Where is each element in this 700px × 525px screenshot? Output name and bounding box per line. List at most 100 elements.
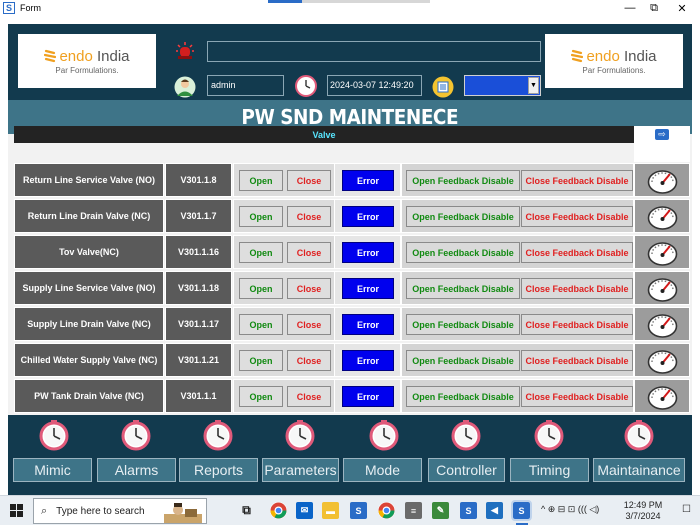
open-button[interactable]: Open: [239, 386, 283, 407]
open-button[interactable]: Open: [239, 242, 283, 263]
gauge-button[interactable]: [634, 199, 690, 233]
app-icon: S: [3, 2, 15, 14]
close-window-button[interactable]: ✕: [668, 0, 696, 16]
nav-clock-icon[interactable]: [450, 419, 482, 451]
close-button[interactable]: Close: [287, 170, 331, 191]
nav-tab-parameters[interactable]: Parameters: [262, 458, 339, 482]
close-feedback-disable-button[interactable]: Close Feedback Disable: [521, 206, 633, 227]
taskbar-clock[interactable]: 12:49 PM 3/7/2024: [620, 500, 666, 522]
open-feedback-disable-button[interactable]: Open Feedback Disable: [406, 206, 520, 227]
task-view-icon[interactable]: ⧉: [238, 502, 255, 519]
tool-icon[interactable]: ✎: [432, 502, 449, 519]
open-close-group: Open Close: [233, 379, 343, 413]
nav-tab-maintainance[interactable]: Maintainance: [593, 458, 685, 482]
gauge-button[interactable]: [634, 307, 690, 341]
close-button[interactable]: Close: [287, 314, 331, 335]
open-button[interactable]: Open: [239, 206, 283, 227]
app-s-icon[interactable]: S: [350, 502, 367, 519]
open-button[interactable]: Open: [239, 170, 283, 191]
error-indicator[interactable]: Error: [342, 170, 394, 191]
close-button[interactable]: Close: [287, 206, 331, 227]
restore-button[interactable]: ⧉: [640, 0, 668, 16]
close-feedback-disable-button[interactable]: Close Feedback Disable: [521, 242, 633, 263]
gauge-button[interactable]: [634, 343, 690, 377]
valve-table-header: Valve: [14, 126, 634, 143]
valve-name: Chilled Water Supply Valve (NC): [14, 343, 164, 377]
valve-tag: V301.1.18: [165, 271, 232, 305]
close-feedback-disable-button[interactable]: Close Feedback Disable: [521, 386, 633, 407]
close-feedback-disable-button[interactable]: Close Feedback Disable: [521, 170, 633, 191]
chrome-icon[interactable]: [270, 502, 287, 519]
close-button[interactable]: Close: [287, 242, 331, 263]
gauge-button[interactable]: [634, 271, 690, 305]
close-feedback-disable-button[interactable]: Close Feedback Disable: [521, 314, 633, 335]
notification-icon[interactable]: ☐: [682, 504, 691, 515]
file-explorer-icon[interactable]: ▬: [322, 502, 339, 519]
nav-tab-controller[interactable]: Controller: [428, 458, 505, 482]
error-cell: Error: [334, 307, 401, 341]
taskbar-search-box[interactable]: ⌕ Type here to search: [33, 498, 207, 524]
close-button[interactable]: Close: [287, 386, 331, 407]
error-cell: Error: [334, 199, 401, 233]
app-s-icon-active[interactable]: S: [511, 500, 532, 521]
open-feedback-disable-button[interactable]: Open Feedback Disable: [406, 386, 520, 407]
nav-tab-mimic[interactable]: Mimic: [13, 458, 92, 482]
open-feedback-disable-button[interactable]: Open Feedback Disable: [406, 278, 520, 299]
windows-start-icon[interactable]: [10, 504, 23, 517]
gauge-button[interactable]: [634, 379, 690, 413]
chevron-down-icon[interactable]: ▼: [528, 77, 539, 94]
close-button[interactable]: Close: [287, 278, 331, 299]
alarm-message-bar: [207, 41, 541, 62]
error-indicator[interactable]: Error: [342, 206, 394, 227]
nav-tab-timing[interactable]: Timing: [510, 458, 589, 482]
logo-right: endo India Par Formulations.: [545, 34, 683, 88]
nav-clock-icon[interactable]: [202, 419, 234, 451]
gauge-icon: [647, 206, 678, 230]
nav-tab-mode[interactable]: Mode: [343, 458, 422, 482]
error-indicator[interactable]: Error: [342, 314, 394, 335]
language-list-icon[interactable]: [432, 76, 454, 98]
app-s-icon-2[interactable]: S: [460, 502, 477, 519]
open-feedback-disable-button[interactable]: Open Feedback Disable: [406, 350, 520, 371]
error-indicator[interactable]: Error: [342, 386, 394, 407]
chrome-icon-2[interactable]: [378, 502, 395, 519]
vscode-icon[interactable]: ◀: [486, 502, 503, 519]
next-page-button[interactable]: ⇨: [634, 126, 690, 162]
selection-combobox[interactable]: ▼: [464, 75, 541, 96]
database-icon[interactable]: ≡: [405, 502, 422, 519]
close-feedback-disable-button[interactable]: Close Feedback Disable: [521, 350, 633, 371]
nav-clock-icon[interactable]: [120, 419, 152, 451]
close-button[interactable]: Close: [287, 350, 331, 371]
open-button[interactable]: Open: [239, 350, 283, 371]
gauge-button[interactable]: [634, 235, 690, 269]
system-tray[interactable]: ^ ⊕ ⊟ ⊡ ((( ◁): [541, 504, 599, 515]
mail-icon[interactable]: ✉: [296, 502, 313, 519]
alarm-siren-icon[interactable]: [175, 41, 195, 61]
nav-clock-icon[interactable]: [533, 419, 565, 451]
valve-row: Supply Line Drain Valve (NC) V301.1.17 Ope…: [14, 307, 690, 341]
valve-name: Return Line Drain Valve (NC): [14, 199, 164, 233]
gauge-icon: [647, 314, 678, 338]
nav-clock-icon[interactable]: [623, 419, 655, 451]
nav-clock-icon[interactable]: [368, 419, 400, 451]
valve-name: Tov Valve(NC): [14, 235, 164, 269]
open-feedback-disable-button[interactable]: Open Feedback Disable: [406, 314, 520, 335]
nav-tab-alarms[interactable]: Alarms: [97, 458, 176, 482]
open-feedback-disable-button[interactable]: Open Feedback Disable: [406, 242, 520, 263]
error-indicator[interactable]: Error: [342, 350, 394, 371]
nav-clock-icon[interactable]: [284, 419, 316, 451]
nav-tab-reports[interactable]: Reports: [179, 458, 258, 482]
open-feedback-disable-button[interactable]: Open Feedback Disable: [406, 170, 520, 191]
nav-clock-icon[interactable]: [38, 419, 70, 451]
feedback-group: Open Feedback Disable Close Feedback Disa…: [401, 199, 634, 233]
windows-taskbar: ⌕ Type here to search ⧉ ✉ ▬ S ≡ ✎ S ◀ S …: [0, 495, 700, 525]
close-feedback-disable-button[interactable]: Close Feedback Disable: [521, 278, 633, 299]
open-button[interactable]: Open: [239, 314, 283, 335]
open-button[interactable]: Open: [239, 278, 283, 299]
logo-left: endo India Par Formulations.: [18, 34, 156, 88]
feedback-group: Open Feedback Disable Close Feedback Disa…: [401, 235, 634, 269]
gauge-button[interactable]: [634, 163, 690, 197]
titlebar-accent: [268, 0, 302, 3]
error-indicator[interactable]: Error: [342, 278, 394, 299]
error-indicator[interactable]: Error: [342, 242, 394, 263]
